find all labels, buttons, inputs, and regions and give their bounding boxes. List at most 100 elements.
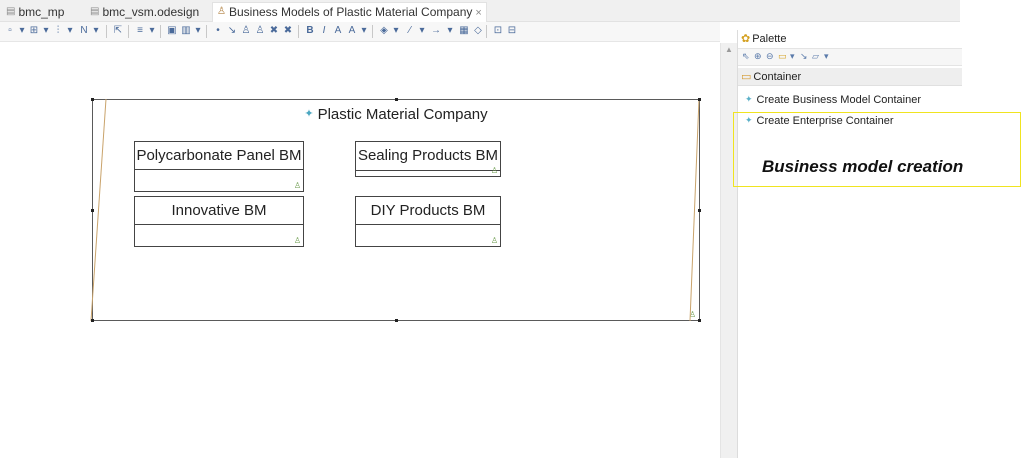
image-icon[interactable]: ▣ [166, 25, 178, 37]
drawer-label: Container [753, 71, 802, 83]
palette-icon: ✿ [741, 33, 751, 45]
toolbar-separator [206, 25, 207, 38]
resize-handle[interactable] [395, 98, 398, 101]
bold-icon[interactable]: B [304, 25, 316, 37]
dropdown-icon[interactable]: ▾ [416, 25, 428, 37]
dropdown-icon[interactable]: ▾ [90, 25, 102, 37]
palette-drawer-container[interactable]: ▭ Container [738, 68, 962, 86]
zoom-in-icon[interactable]: ⊕ [754, 51, 762, 62]
dropdown-icon[interactable]: ▾ [146, 25, 158, 37]
business-model-container[interactable]: Polycarbonate Panel BM ♙ [134, 141, 304, 192]
business-model-label[interactable]: Polycarbonate Panel BM [135, 142, 303, 170]
dropdown-icon[interactable]: ▾ [40, 25, 52, 37]
editor-tab-bar: ▤ bmc_mp ▤ bmc_vsm.odesign ♙ Business Model… [0, 0, 960, 22]
resize-handle[interactable] [91, 209, 94, 212]
dropdown-icon[interactable]: ▾ [16, 25, 28, 37]
toolbar-separator [298, 25, 299, 38]
toolbar-separator [486, 25, 487, 38]
toolbar-separator [160, 25, 161, 38]
toolbar-separator [372, 25, 373, 38]
enterprise-title-label: Plastic Material Company [317, 106, 488, 123]
dropdown-icon[interactable]: ▾ [444, 25, 456, 37]
tab-label: bmc_vsm.odesign [102, 5, 200, 19]
toolbar-separator [128, 25, 129, 38]
line-color-icon[interactable]: ⁄ [404, 25, 416, 37]
diagram-icon: ♙ [217, 6, 226, 17]
fill-color-icon[interactable]: ◈ [378, 25, 390, 37]
annotation-text: Business model creation [762, 157, 964, 176]
bm-corner-icon: ♙ [293, 181, 301, 190]
business-model-container[interactable]: Sealing Products BM ♙ [355, 141, 501, 177]
hide-icon[interactable]: ↘ [226, 25, 238, 37]
business-model-label[interactable]: Sealing Products BM [356, 142, 500, 171]
container-star-icon: ✦ [745, 94, 753, 104]
file-icon: ▤ [6, 6, 16, 17]
delete-icon[interactable]: ✖ [268, 25, 280, 37]
dropdown-icon[interactable]: ▾ [824, 51, 829, 62]
filter-icon[interactable]: ⫶ [52, 25, 64, 37]
dropdown-icon[interactable]: ▾ [64, 25, 76, 37]
scroll-up-icon[interactable]: ▲ [725, 45, 733, 54]
dropdown-icon[interactable]: ▾ [790, 51, 795, 62]
business-model-container[interactable]: Innovative BM ♙ [134, 196, 304, 247]
resize-handle[interactable] [698, 209, 701, 212]
italic-icon[interactable]: I [318, 25, 330, 37]
palette-title: Palette [752, 33, 787, 45]
font-icon[interactable]: A [332, 25, 344, 37]
shape-icon[interactable]: ▱ [812, 51, 819, 62]
delete-model-icon[interactable]: ✖ [282, 25, 294, 37]
align-icon[interactable]: ≡ [134, 25, 146, 37]
dropdown-icon[interactable]: ▾ [358, 25, 370, 37]
tab-business-models-diagram[interactable]: ♙ Business Models of Plastic Material Com… [212, 2, 487, 22]
dropdown-icon[interactable]: ▾ [390, 25, 402, 37]
toolbar-separator [106, 25, 107, 38]
palette-toolbar: ⇖ ⊕ ⊖ ▭ ▾ ↘ ▱ ▾ [738, 48, 962, 66]
diagram-toolbar: ▫ ▾ ⊞ ▾ ⫶ ▾ N ▾ ⇱ ≡ ▾ ▣ ▥ ▾ • ↘ ♙ ♙ ✖ ✖ … [0, 22, 720, 42]
tab-label: bmc_mp [18, 5, 65, 19]
business-model-label[interactable]: DIY Products BM [356, 197, 500, 225]
close-icon[interactable]: × [475, 7, 481, 19]
layer-icon[interactable]: ⊞ [28, 25, 40, 37]
note-icon[interactable]: ▭ [778, 51, 787, 62]
enterprise-title[interactable]: ✦ Plastic Material Company [93, 106, 699, 123]
vertical-scrollbar[interactable]: ▲ [720, 43, 737, 458]
line-style-icon[interactable]: → [430, 25, 442, 37]
palette-entry-create-business-model-container[interactable]: ✦ Create Business Model Container [745, 90, 921, 108]
dropdown-icon[interactable]: ▾ [192, 25, 204, 37]
zoom-out-icon[interactable]: ⊖ [766, 51, 774, 62]
business-model-label[interactable]: Innovative BM [135, 197, 303, 225]
folder-icon: ▭ [741, 71, 752, 83]
resize-handle[interactable] [698, 98, 701, 101]
file-icon: ▤ [90, 6, 100, 17]
resize-handle[interactable] [91, 319, 94, 322]
copy-format-icon[interactable]: ▥ [180, 25, 192, 37]
export-icon[interactable]: ⇱ [112, 25, 124, 37]
reset-style-icon[interactable]: ◇ [472, 25, 484, 37]
tab-bmc-vsm-odesign[interactable]: ▤ bmc_vsm.odesign [90, 3, 199, 21]
connector-icon[interactable]: ↘ [800, 51, 808, 62]
pin-icon[interactable]: • [212, 25, 224, 37]
select-all-icon[interactable]: ⊡ [492, 25, 504, 37]
palette-header: ✿ Palette [738, 30, 962, 48]
resize-handle[interactable] [395, 319, 398, 322]
properties-icon[interactable]: ▦ [458, 25, 470, 37]
enterprise-container[interactable]: ✦ Plastic Material Company Polycarbonate … [92, 99, 700, 321]
resize-handle[interactable] [698, 319, 701, 322]
business-model-container[interactable]: DIY Products BM ♙ [355, 196, 501, 247]
hide-label-icon[interactable]: ♙ [240, 25, 252, 37]
tab-label: Business Models of Plastic Material Comp… [228, 5, 473, 19]
bm-corner-icon: ♙ [490, 236, 498, 245]
tab-bmc-mp[interactable]: ▤ bmc_mp [6, 3, 64, 21]
zoom-fit-icon[interactable]: ⊟ [506, 25, 518, 37]
palette-entry-label: Create Business Model Container [756, 94, 922, 106]
arrange-icon[interactable]: ▫ [4, 25, 16, 37]
resize-handle[interactable] [91, 98, 94, 101]
annotation-callout: Business model creation [733, 112, 1021, 187]
font-color-icon[interactable]: A [346, 25, 358, 37]
bm-corner-icon: ♙ [490, 166, 498, 175]
select-tool-icon[interactable]: ⇖ [742, 51, 750, 62]
navigate-icon[interactable]: N [78, 25, 90, 37]
show-icon[interactable]: ♙ [254, 25, 266, 37]
palette-panel: ✿ Palette ⇖ ⊕ ⊖ ▭ ▾ ↘ ▱ ▾ ▭ Container ✦ Cre… [737, 30, 962, 458]
bm-corner-icon: ♙ [293, 236, 301, 245]
